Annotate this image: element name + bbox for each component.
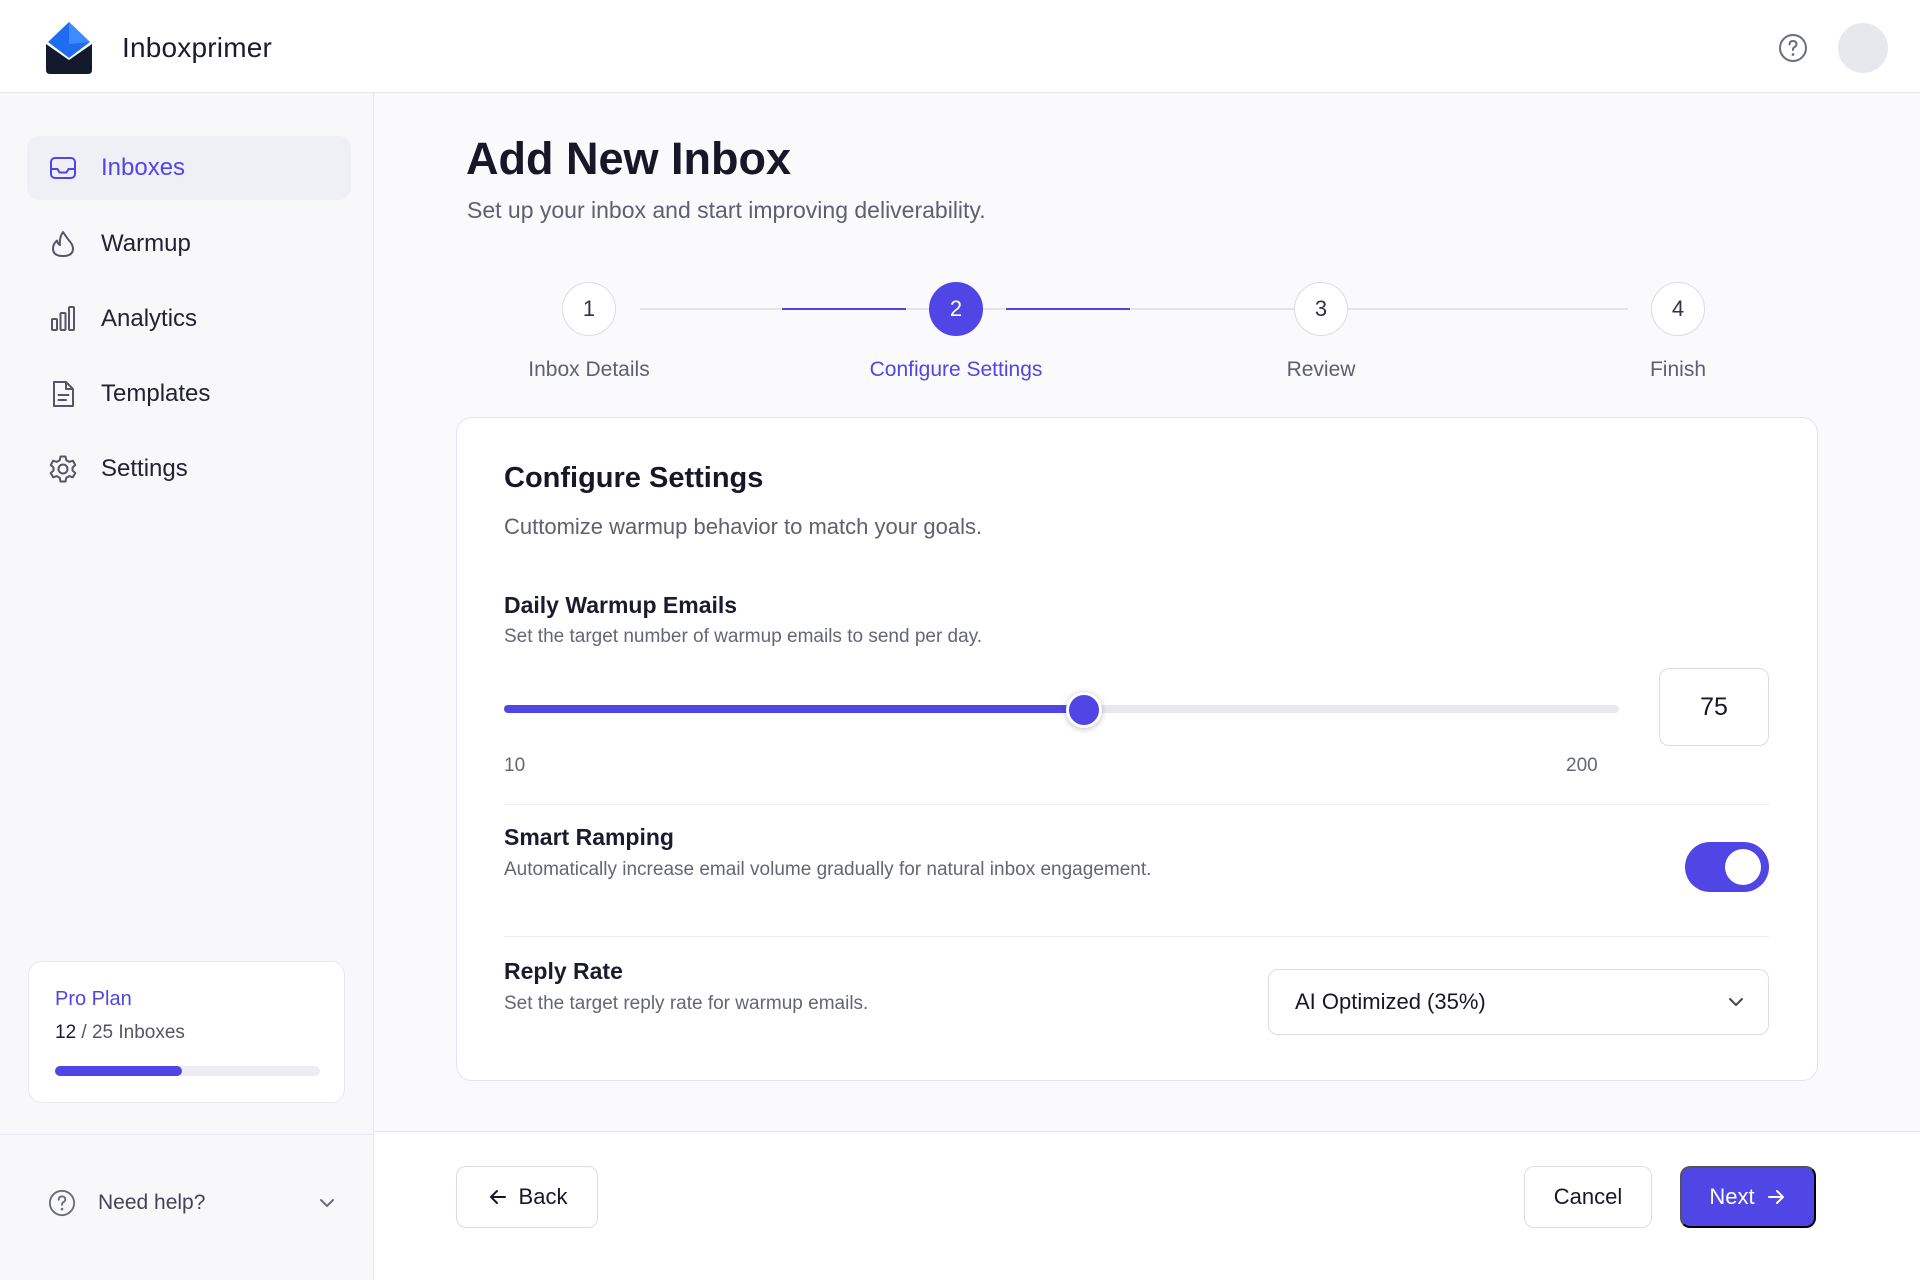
sidebar-item-analytics[interactable]: Analytics	[27, 287, 351, 351]
slider-min-label: 10	[504, 755, 526, 776]
plan-used: 12	[55, 1022, 77, 1043]
bar-chart-icon	[51, 306, 75, 331]
smart-ramping-title: Smart Ramping	[504, 824, 674, 850]
reply-rate-description: Set the target reply rate for warmup ema…	[504, 993, 869, 1014]
sidebar-item-warmup[interactable]: Warmup	[27, 212, 351, 276]
step-4-circle[interactable]: 4	[1651, 282, 1705, 336]
arrow-left-icon	[489, 1190, 506, 1204]
step-3-circle[interactable]: 3	[1294, 282, 1348, 336]
cancel-button[interactable]: Cancel	[1524, 1166, 1652, 1228]
back-label: Back	[518, 1184, 568, 1209]
plan-usage-total: / 25 Inboxes	[76, 1022, 185, 1043]
help-circle-icon[interactable]	[1778, 33, 1808, 63]
top-header: Inboxprimer	[0, 0, 1920, 93]
plan-card[interactable]: Pro Plan 12 / 25 Inboxes	[28, 961, 345, 1103]
page-title: Add New Inbox	[466, 133, 791, 184]
sidebar: Inboxes Warmup Analytics Templates Setti…	[0, 93, 374, 1280]
step-2-label: Configure Settings	[869, 358, 1043, 381]
sidebar-item-label: Settings	[101, 455, 188, 482]
next-button[interactable]: Next	[1680, 1166, 1816, 1228]
arrow-right-icon	[1767, 1190, 1784, 1204]
document-icon	[53, 381, 74, 407]
plan-name: Pro Plan	[55, 988, 132, 1010]
plan-usage-bar	[55, 1066, 320, 1076]
cancel-label: Cancel	[1553, 1184, 1623, 1209]
reply-rate-title: Reply Rate	[504, 958, 623, 984]
step-2-circle[interactable]: 2	[929, 282, 983, 336]
reply-rate-selected-value: AI Optimized (35%)	[1295, 989, 1486, 1014]
step-1-circle[interactable]: 1	[562, 282, 616, 336]
daily-warmup-slider[interactable]	[504, 705, 1619, 713]
logo-icon	[46, 22, 92, 74]
section-divider	[504, 936, 1769, 937]
daily-warmup-value-input[interactable]	[1659, 668, 1769, 746]
step-connector-active	[1006, 308, 1130, 310]
gear-icon	[49, 455, 77, 483]
slider-fill	[504, 705, 1084, 713]
stepper: 1 2 3 4 Inbox Details Configure Settings…	[374, 273, 1920, 393]
chevron-down-icon	[320, 1199, 334, 1207]
step-4-label: Finish	[1649, 358, 1707, 381]
step-3-label: Review	[1286, 358, 1356, 381]
daily-warmup-description: Set the target number of warmup emails t…	[504, 626, 983, 647]
step-connector	[1372, 308, 1628, 310]
sidebar-item-label: Inboxes	[101, 154, 186, 181]
back-button[interactable]: Back	[456, 1166, 598, 1228]
section-divider	[504, 804, 1769, 805]
smart-ramping-description: Automatically increase email volume grad…	[504, 859, 1152, 880]
inbox-icon	[50, 157, 76, 179]
sidebar-item-settings[interactable]: Settings	[27, 437, 351, 501]
chevron-down-icon	[1729, 998, 1743, 1006]
plan-usage: 12 / 25 Inboxes	[55, 1022, 185, 1044]
plan-usage-fill	[55, 1066, 183, 1076]
avatar[interactable]	[1838, 23, 1888, 73]
toggle-knob	[1725, 849, 1761, 885]
sidebar-item-label: Warmup	[101, 230, 191, 257]
sidebar-item-inboxes[interactable]: Inboxes	[27, 136, 351, 200]
sidebar-divider	[0, 1134, 374, 1135]
card-subtitle: Cuttomize warmup behavior to match your …	[504, 514, 983, 539]
slider-thumb[interactable]	[1065, 692, 1102, 728]
card-title: Configure Settings	[504, 462, 764, 494]
slider-max-label: 200	[1566, 755, 1598, 776]
next-label: Next	[1709, 1184, 1755, 1209]
step-connector-active	[782, 308, 906, 310]
need-help-label: Need help?	[98, 1191, 206, 1214]
sidebar-item-label: Analytics	[101, 305, 198, 332]
help-circle-icon	[48, 1189, 76, 1217]
need-help-button[interactable]: Need help?	[48, 1183, 338, 1223]
smart-ramping-toggle[interactable]	[1685, 842, 1769, 892]
main-content: Add New Inbox Set up your inbox and star…	[374, 93, 1920, 1280]
flame-icon	[52, 231, 74, 257]
sidebar-item-label: Templates	[101, 380, 211, 407]
step-1-label: Inbox Details	[528, 358, 650, 381]
app-name: Inboxprimer	[122, 32, 273, 63]
footer-actions: Back Cancel Next	[374, 1132, 1920, 1280]
page-subtitle: Set up your inbox and start improving de…	[467, 197, 986, 223]
reply-rate-select[interactable]: AI Optimized (35%)	[1268, 969, 1769, 1035]
sidebar-item-templates[interactable]: Templates	[27, 362, 351, 426]
daily-warmup-title: Daily Warmup Emails	[504, 592, 738, 618]
configure-settings-card: Configure Settings Cuttomize warmup beha…	[456, 417, 1818, 1081]
